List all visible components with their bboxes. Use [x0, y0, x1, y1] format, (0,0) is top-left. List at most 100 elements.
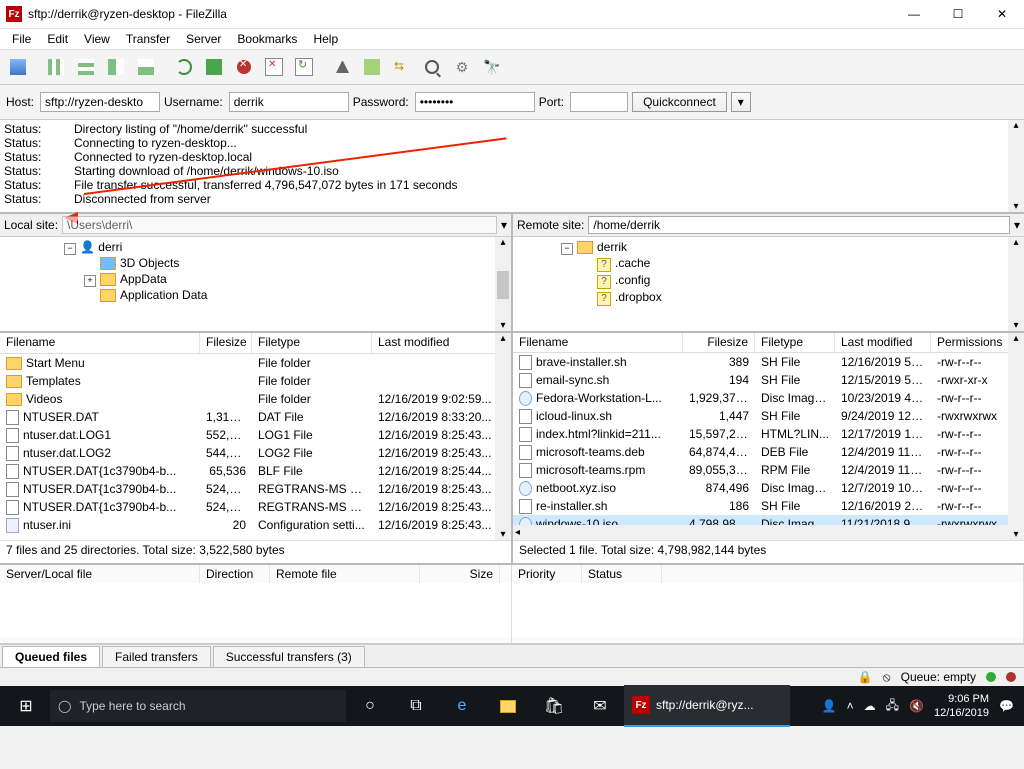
sync-browse-button[interactable]: ⇆ [388, 54, 416, 80]
tab-queued[interactable]: Queued files [2, 646, 100, 667]
remote-hscroll[interactable]: ◂▸ [513, 525, 1024, 540]
settings-button[interactable]: ⚙ [448, 54, 476, 80]
list-item[interactable]: windows-10.iso4,798,982,...Disc Image...… [513, 515, 1024, 525]
list-item[interactable]: ntuser.ini20Configuration setti...12/16/… [0, 516, 511, 534]
toolbar: ⇆ ⚙ 🔭 [0, 50, 1024, 85]
start-button[interactable]: ⊞ [4, 686, 48, 726]
local-path-drop[interactable]: ▾ [501, 218, 507, 232]
site-manager-button[interactable] [4, 54, 32, 80]
task-view-button[interactable]: ⧉ [394, 686, 438, 726]
toggle-queue-button[interactable] [132, 54, 160, 80]
filter-button[interactable] [328, 54, 356, 80]
reconnect-button[interactable] [290, 54, 318, 80]
windows-taskbar: ⊞ ◯ Type here to search ○ ⧉ e 🛍 ✉ Fz sft… [0, 686, 1024, 726]
volume-icon[interactable]: 🔇 [909, 699, 924, 713]
list-item[interactable]: Fedora-Workstation-L...1,929,379,...Disc… [513, 389, 1024, 407]
activity-led-recv [1006, 672, 1016, 682]
remote-file-list[interactable]: Filename Filesize Filetype Last modified… [513, 333, 1024, 540]
find-button[interactable]: 🔭 [478, 54, 506, 80]
list-item[interactable]: brave-installer.sh389SH File12/16/2019 5… [513, 353, 1024, 371]
queue-stop-icon[interactable]: ⦸ [883, 670, 891, 685]
tab-successful[interactable]: Successful transfers (3) [213, 646, 365, 667]
explorer-icon[interactable] [486, 686, 530, 726]
taskbar-search[interactable]: ◯ Type here to search [50, 690, 346, 722]
list-item[interactable]: TemplatesFile folder [0, 372, 511, 390]
folder-icon [6, 357, 22, 370]
filezilla-icon: Fz [6, 6, 22, 22]
list-item[interactable]: microsoft-teams.deb64,874,490DEB File12/… [513, 443, 1024, 461]
password-input[interactable] [415, 92, 535, 112]
quickconnect-button[interactable]: Quickconnect [632, 92, 727, 112]
system-tray[interactable]: 👤 ˄ ☁ 🖧 🔇 9:06 PM 12/16/2019 💬 [822, 692, 1020, 720]
host-input[interactable] [40, 92, 160, 112]
local-file-list[interactable]: Filename Filesize Filetype Last modified… [0, 333, 511, 540]
process-queue-button[interactable] [200, 54, 228, 80]
list-item[interactable]: ntuser.dat.LOG2544,768LOG2 File12/16/201… [0, 444, 511, 462]
store-icon[interactable]: 🛍 [532, 686, 576, 726]
close-button[interactable]: ✕ [980, 0, 1024, 28]
local-columns[interactable]: Filename Filesize Filetype Last modified [0, 333, 511, 354]
list-item[interactable]: index.html?linkid=211...15,597,200HTML?L… [513, 425, 1024, 443]
folder-icon [6, 393, 22, 406]
edge-icon[interactable]: e [440, 686, 484, 726]
menu-edit[interactable]: Edit [39, 30, 76, 48]
list-item[interactable]: re-installer.sh186SH File12/16/2019 2:4.… [513, 497, 1024, 515]
search-button[interactable] [418, 54, 446, 80]
list-item[interactable]: NTUSER.DAT{1c3790b4-b...524,288REGTRANS-… [0, 498, 511, 516]
remote-pane: Remote site: ▾ −derrik ?.cache ?.config … [513, 214, 1024, 563]
menu-server[interactable]: Server [178, 30, 229, 48]
mail-icon[interactable]: ✉ [578, 686, 622, 726]
local-tree[interactable]: −👤 derri 3D Objects +AppData Application… [0, 237, 511, 333]
list-item[interactable]: NTUSER.DAT{1c3790b4-b...524,288REGTRANS-… [0, 480, 511, 498]
list-item[interactable]: microsoft-teams.rpm89,055,321RPM File12/… [513, 461, 1024, 479]
transfer-columns-left[interactable]: Server/Local file Direction Remote file … [0, 565, 511, 583]
disconnect-button[interactable] [260, 54, 288, 80]
port-input[interactable] [570, 92, 628, 112]
menu-file[interactable]: File [4, 30, 39, 48]
toggle-local-tree-button[interactable] [72, 54, 100, 80]
remote-path-drop[interactable]: ▾ [1014, 218, 1020, 232]
menu-bookmarks[interactable]: Bookmarks [229, 30, 305, 48]
menu-view[interactable]: View [76, 30, 118, 48]
list-item[interactable]: icloud-linux.sh1,447SH File9/24/2019 12:… [513, 407, 1024, 425]
taskbar-filezilla[interactable]: Fz sftp://derrik@ryz... [624, 685, 790, 727]
maximize-button[interactable]: ☐ [936, 0, 980, 28]
list-item[interactable]: NTUSER.DAT{1c3790b4-b...65,536BLF File12… [0, 462, 511, 480]
log-scrollbar[interactable]: ▴▾ [1008, 120, 1024, 212]
file-icon [519, 409, 532, 424]
transfer-columns-right[interactable]: Priority Status [512, 565, 1023, 583]
remote-columns[interactable]: Filename Filesize Filetype Last modified… [513, 333, 1024, 353]
taskbar-clock[interactable]: 9:06 PM 12/16/2019 [934, 692, 989, 720]
compare-button[interactable] [358, 54, 386, 80]
remote-tree[interactable]: −derrik ?.cache ?.config ?.dropbox ▴▾ [513, 237, 1024, 333]
quickconnect-history-button[interactable]: ▾ [731, 92, 751, 112]
refresh-button[interactable] [170, 54, 198, 80]
log-line: Connected to ryzen-desktop.local [74, 150, 252, 164]
toggle-remote-tree-button[interactable] [102, 54, 130, 80]
minimize-button[interactable]: — [892, 0, 936, 28]
list-item[interactable]: NTUSER.DAT1,310,720DAT File12/16/2019 8:… [0, 408, 511, 426]
tab-failed[interactable]: Failed transfers [102, 646, 211, 667]
list-item[interactable]: email-sync.sh194SH File12/15/2019 5:2...… [513, 371, 1024, 389]
file-icon [519, 373, 532, 388]
tray-chevron-icon[interactable]: ˄ [847, 699, 854, 713]
list-item[interactable]: netboot.xyz.iso874,496Disc Image...12/7/… [513, 479, 1024, 497]
notification-icon[interactable]: 💬 [999, 699, 1014, 713]
menu-help[interactable]: Help [305, 30, 346, 48]
list-item[interactable]: VideosFile folder12/16/2019 9:02:59... [0, 390, 511, 408]
menu-transfer[interactable]: Transfer [118, 30, 178, 48]
list-item[interactable]: ntuser.dat.LOG1552,960LOG1 File12/16/201… [0, 426, 511, 444]
cortana-button[interactable]: ○ [348, 686, 392, 726]
network-icon[interactable]: 🖧 [886, 696, 899, 717]
cancel-button[interactable] [230, 54, 258, 80]
onedrive-icon[interactable]: ☁ [864, 699, 876, 713]
local-scrollbar[interactable]: ▴▾ [495, 333, 511, 540]
toggle-msg-log-button[interactable] [42, 54, 70, 80]
username-input[interactable] [229, 92, 349, 112]
people-icon[interactable]: 👤 [822, 699, 837, 713]
remote-scrollbar[interactable]: ▴▾ [1008, 333, 1024, 540]
local-path-input[interactable] [62, 216, 497, 234]
taskbar-search-placeholder: Type here to search [79, 699, 185, 713]
remote-path-input[interactable] [588, 216, 1010, 234]
list-item[interactable]: Start MenuFile folder [0, 354, 511, 372]
